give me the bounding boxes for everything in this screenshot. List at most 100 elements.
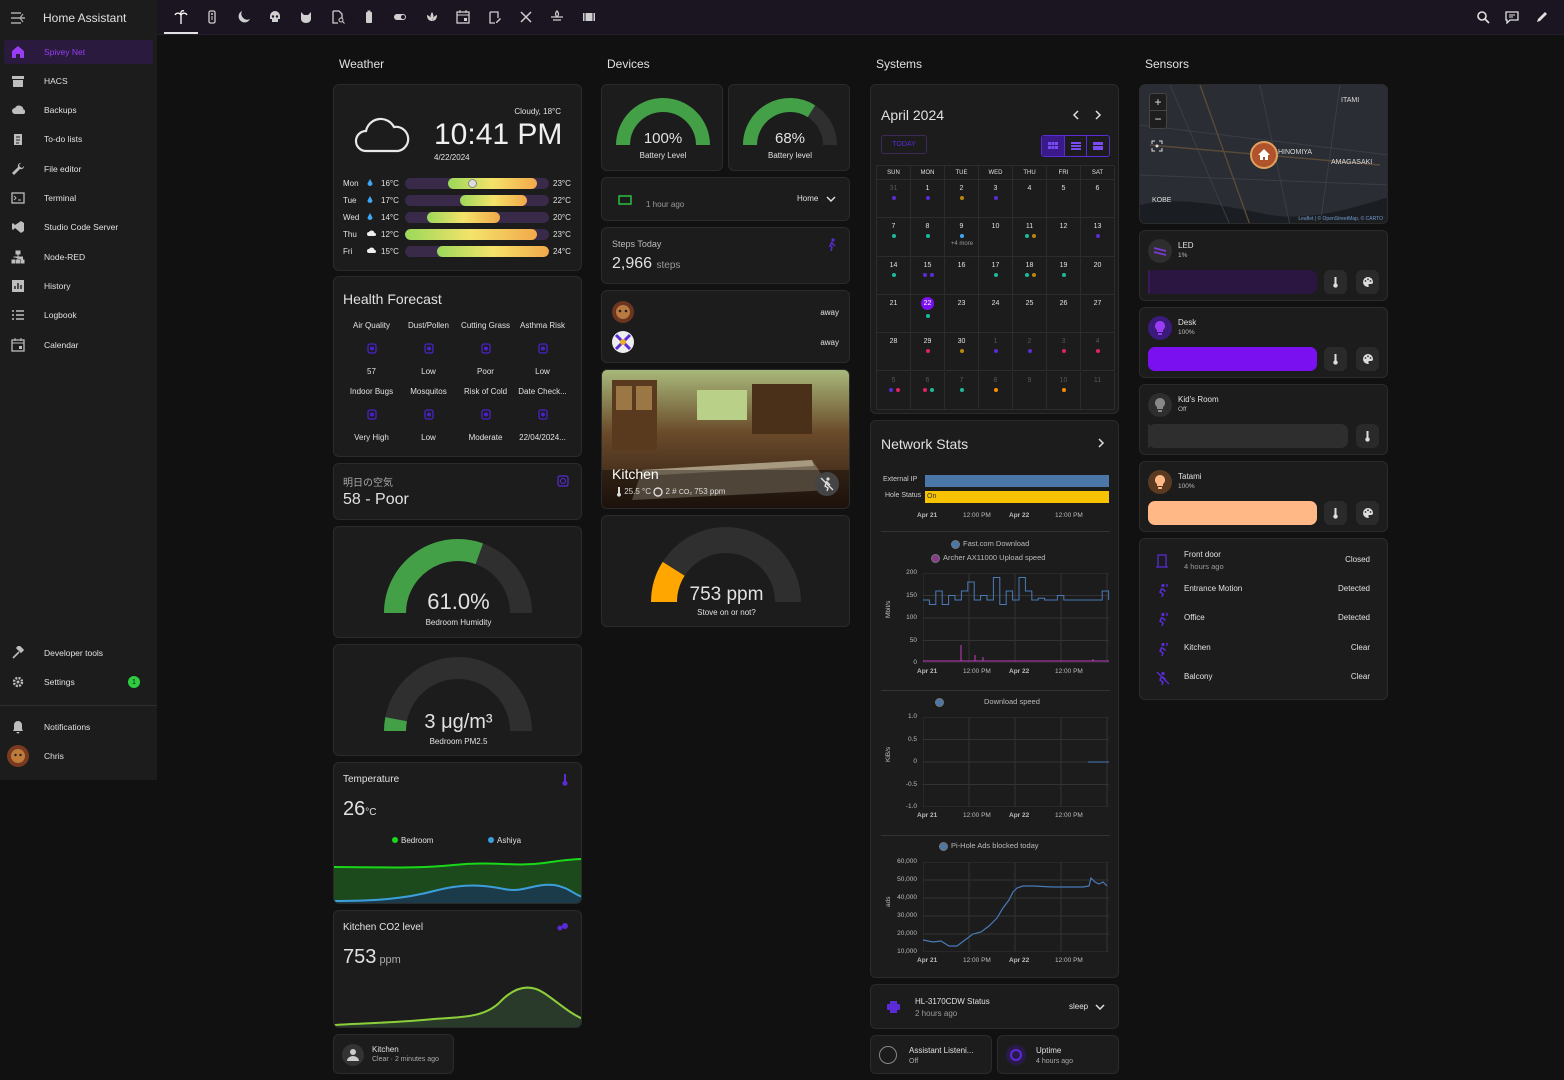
calendar-day[interactable]: 16 [945,256,979,295]
calendar-day[interactable]: 9 [1013,371,1047,410]
sidebar-item-spivey-net[interactable]: Spivey Net [4,40,153,64]
menu-icon[interactable] [11,11,25,24]
calendar-day[interactable]: 13 [1081,218,1115,257]
pencil-button[interactable] [1535,10,1549,24]
kitchen-co2-card[interactable]: Kitchen CO2 level 753 ppm [333,910,582,1028]
sensor-row-front-door[interactable]: Front door 4 hours ago Closed [1140,547,1387,575]
lightbulb-icon[interactable] [1148,393,1172,417]
calendar-day[interactable]: 25 [1013,294,1047,334]
chart-legend-item[interactable]: Archer AX11000 Upload speed [931,553,1045,563]
view-tab-moon-icon[interactable] [237,10,251,24]
calendar-day[interactable]: 9 +4 more [945,218,979,257]
month-view-button[interactable] [1042,136,1064,156]
health-forecast-card[interactable]: Health Forecast Air Quality 57 Dust/Pollen… [333,276,582,457]
brightness-slider[interactable] [1148,424,1348,448]
calendar-day[interactable]: 8 [979,371,1013,410]
view-tab-palm-tree-icon[interactable] [164,10,198,34]
week-view-button[interactable] [1063,136,1087,156]
calendar-day[interactable]: 14 [877,256,911,295]
chevron-left-icon[interactable] [1072,110,1079,120]
lightbulb-icon[interactable] [1148,316,1172,340]
focus-icon[interactable] [1151,140,1163,152]
view-tab-clipboard-edit-icon[interactable] [488,10,502,24]
calendar-day[interactable]: 19 [1047,256,1081,295]
calendar-day[interactable]: 15 [911,256,945,295]
brightness-slider[interactable] [1148,347,1317,371]
sensor-row-kitchen[interactable]: Kitchen Clear [1140,635,1387,663]
chevron-right-icon[interactable] [1095,110,1102,120]
lightbulb-icon[interactable] [1148,470,1172,494]
color-palette-button[interactable] [1356,501,1379,525]
color-temp-button[interactable] [1356,424,1379,448]
sidebar-item-developer-tools[interactable]: Developer tools [4,641,153,665]
steps-card[interactable]: Steps Today 2,966 steps [601,227,850,284]
calendar-day[interactable]: 20 [1081,256,1115,295]
chevron-right-icon[interactable] [1098,438,1105,448]
light-card-tatami[interactable]: Tatami 100% [1139,461,1388,532]
view-tab-cat-icon[interactable] [299,10,313,24]
sidebar-item-node-red[interactable]: Node-RED [4,245,153,269]
chart-legend-item[interactable]: Fast.com Download [951,539,1029,549]
bedroom-humidity-gauge[interactable]: 61.0% Bedroom Humidity [333,526,582,638]
calendar-day[interactable]: 29 [911,333,945,372]
calendar-day[interactable]: 4 [1013,180,1047,219]
tracker-state-select[interactable]: Home [797,194,836,203]
battery-level-gauge-2[interactable]: 68% Battery level [728,84,850,171]
calendar-day[interactable]: 2 [945,180,979,219]
color-palette-button[interactable] [1356,347,1379,371]
calendar-day[interactable]: 26 [1047,294,1081,334]
led-strip-icon[interactable] [1148,239,1172,263]
calendar-day[interactable]: 28 [877,333,911,372]
calendar-day[interactable]: 11 [1013,218,1047,257]
calendar-day[interactable]: 17 [979,256,1013,295]
sidebar-item-hacs[interactable]: HACS [4,69,153,93]
kitchen-area-card[interactable]: Kitchen 25.5 °C 2 # CO₂ 753 ppm [601,369,850,509]
calendar-day[interactable]: 4 [1081,333,1115,372]
sidebar-item-backups[interactable]: Backups [4,98,153,122]
uptime-card[interactable]: Uptime 4 hours ago [997,1035,1119,1074]
light-card-led[interactable]: LED 1% [1139,230,1388,301]
printer-status-card[interactable]: HL-3170CDW Status 2 hours ago sleep [870,984,1119,1029]
view-tab-battery-icon[interactable] [362,10,376,24]
calendar-day[interactable]: 3 [1047,333,1081,372]
calendar-day[interactable]: 22 [911,294,945,334]
brightness-slider[interactable] [1148,270,1317,294]
kitchen-presence-card[interactable]: Kitchen Clear · 2 minutes ago [333,1034,454,1074]
view-tab-spa-icon[interactable] [550,10,564,24]
calendar-day[interactable]: 5 [1047,180,1081,219]
tracker-card[interactable]: 1 hour ago Home [601,177,850,221]
motion-off-button[interactable] [815,472,839,496]
air-tomorrow-card[interactable]: 明日の空気 58 - Poor [333,463,582,520]
view-tab-remote-icon[interactable] [205,10,219,24]
calendar-day[interactable]: 6 [1081,180,1115,219]
sensor-row-office[interactable]: Office Detected [1140,605,1387,633]
calendar-day[interactable]: 7 [945,371,979,410]
sidebar-item-history[interactable]: History [4,274,153,298]
calendar-day[interactable]: 11 [1081,371,1115,410]
chart-legend-item[interactable]: Download speed [935,697,1040,707]
sidebar-item-chris[interactable]: Chris [4,744,153,768]
calendar-day[interactable]: 10 [1047,371,1081,410]
view-tab-file-search-icon[interactable] [331,10,345,24]
calendar-card[interactable]: April 2024 TODAY SUN MON TUE WED THU FRI SAT 31… [870,84,1119,414]
weather-card[interactable]: Cloudy, 18°C 10:41 PM 4/22/2024 Mon 16°C 2… [333,84,582,271]
view-tab-lotus-icon[interactable] [425,10,439,24]
chart-legend-item[interactable]: Pi-Hole Ads blocked today [939,841,1039,851]
sensor-row-entrance-motion[interactable]: Entrance Motion Detected [1140,576,1387,604]
calendar-day[interactable]: 6 [911,371,945,410]
network-stats-card[interactable]: Network Stats External IP Hole Status On… [870,420,1119,978]
sidebar-item-to-do-lists[interactable]: To-do lists [4,127,153,151]
calendar-day[interactable]: 3 [979,180,1013,219]
search-button[interactable] [1476,10,1490,24]
sidebar-item-notifications[interactable]: Notifications [4,715,153,739]
view-tab-calendar-icon[interactable] [456,10,470,24]
sidebar-item-settings[interactable]: Settings 1 [4,670,153,694]
sensor-row-balcony[interactable]: Balcony Clear [1140,664,1387,692]
battery-level-gauge-1[interactable]: 100% Battery Level [601,84,723,171]
bedroom-pm25-gauge[interactable]: 3 μg/m³ Bedroom PM2.5 [333,644,582,756]
brightness-slider[interactable] [1148,501,1317,525]
calendar-day[interactable]: 7 [877,218,911,257]
light-card-kid-s-room[interactable]: Kid's Room Off [1139,384,1388,455]
persons-card[interactable]: away away [601,290,850,363]
view-tab-toggle-icon[interactable] [393,10,407,24]
